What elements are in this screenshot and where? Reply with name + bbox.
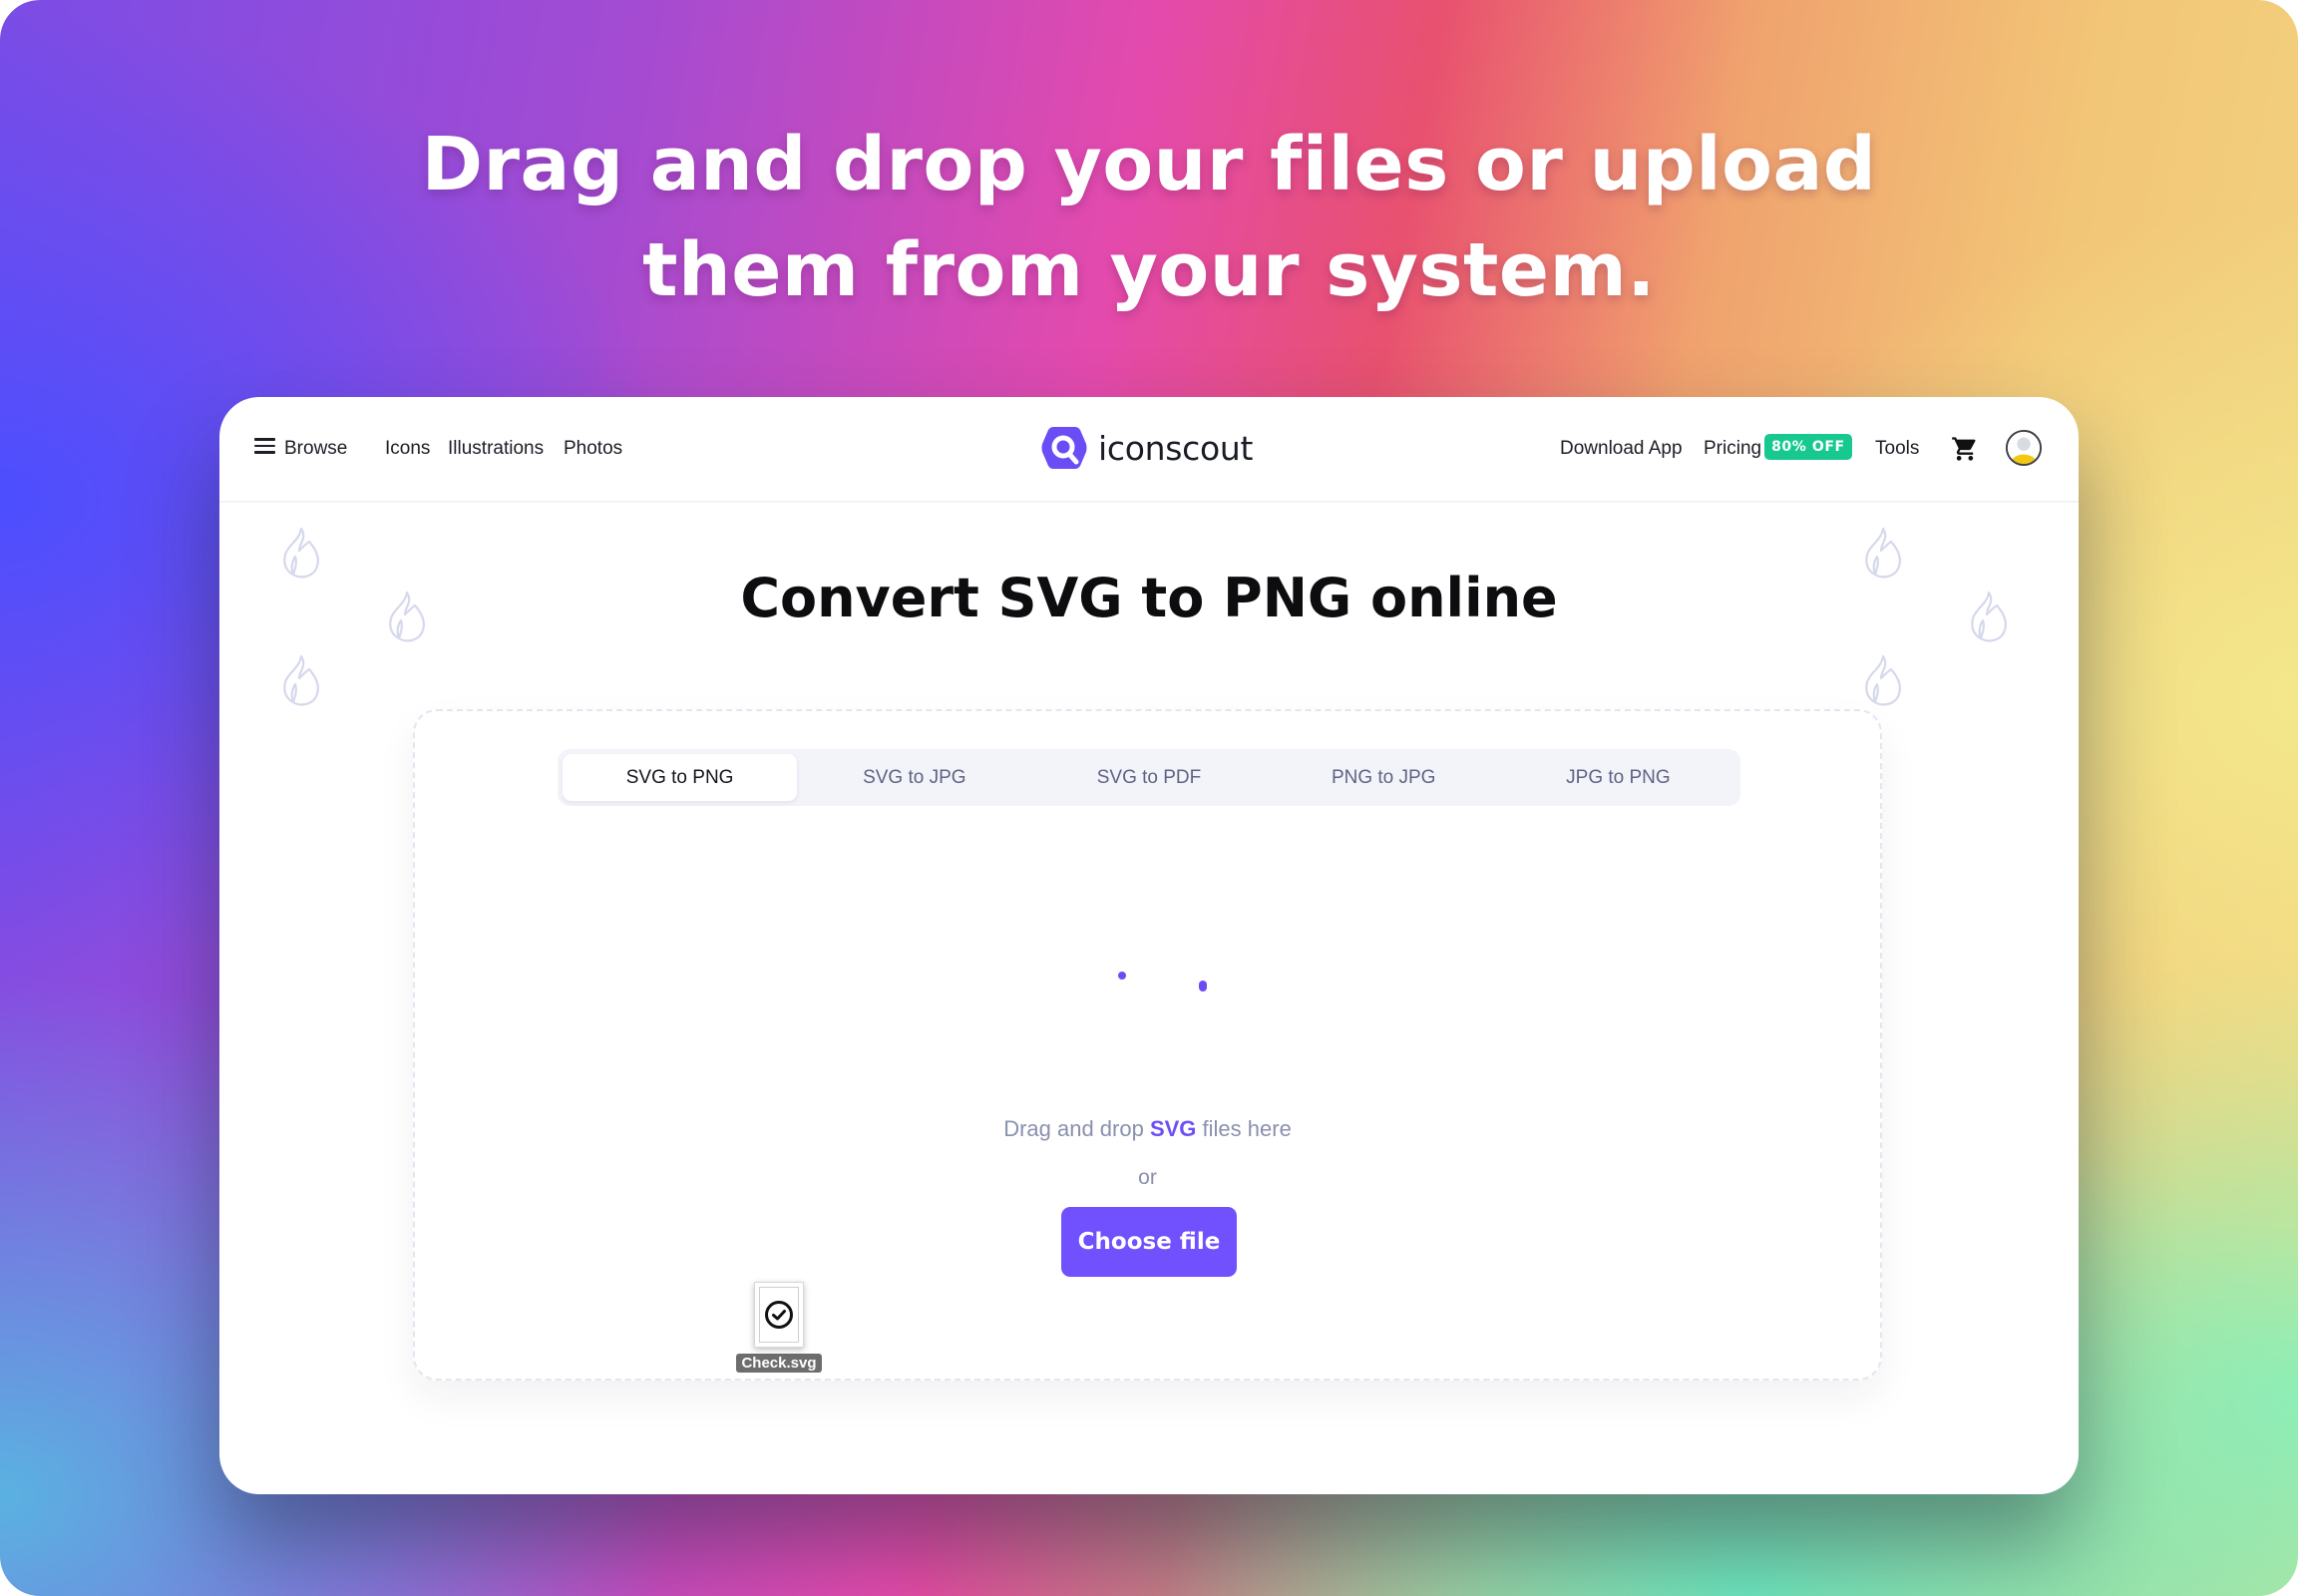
headline-line-1: Drag and drop your files or upload	[421, 122, 1877, 207]
tab-jpg-to-png[interactable]: JPG to PNG	[1501, 754, 1735, 801]
drop-instructions: Drag and drop SVG files here	[415, 1116, 1880, 1142]
tab-svg-to-jpg[interactable]: SVG to JPG	[797, 754, 1031, 801]
promo-background: Drag and drop your files or upload them …	[0, 0, 2298, 1596]
nav-browse[interactable]: Browse	[284, 397, 347, 501]
choose-file-button[interactable]: Choose file	[1061, 1207, 1237, 1277]
tab-png-to-jpg[interactable]: PNG to JPG	[1267, 754, 1501, 801]
shopping-cart-icon[interactable]	[1951, 435, 1979, 463]
flame-outline-icon	[1865, 654, 1901, 706]
tab-svg-to-png[interactable]: SVG to PNG	[563, 754, 798, 801]
drop-text-format: SVG	[1149, 1116, 1197, 1141]
file-name-label: Check.svg	[736, 1354, 822, 1373]
nav-illustrations[interactable]: Illustrations	[448, 397, 544, 501]
logo-text: iconscout	[1098, 428, 1254, 468]
nav-pricing[interactable]: Pricing 80% OFF	[1704, 397, 1852, 501]
file-drop-zone[interactable]: SVG to PNG SVG to JPG SVG to PDF PNG to …	[413, 709, 1882, 1381]
browser-window: Browse Icons Illustrations Photos iconsc…	[219, 397, 2079, 1494]
promo-headline: Drag and drop your files or upload them …	[0, 112, 2298, 323]
nav-photos[interactable]: Photos	[564, 397, 622, 501]
drop-text-suffix: files here	[1196, 1116, 1292, 1141]
tab-svg-to-pdf[interactable]: SVG to PDF	[1031, 754, 1266, 801]
file-thumbnail	[754, 1282, 804, 1348]
nav-pricing-label: Pricing	[1704, 438, 1762, 459]
dragged-file[interactable]: Check.svg	[734, 1282, 824, 1373]
hamburger-menu-icon[interactable]	[254, 438, 275, 454]
page-title: Convert SVG to PNG online	[740, 567, 1558, 629]
spinner-dot	[1118, 972, 1126, 980]
top-navbar: Browse Icons Illustrations Photos iconsc…	[219, 397, 2079, 503]
drop-text-prefix: Drag and drop	[1003, 1116, 1150, 1141]
spinner-dot	[1199, 981, 1207, 992]
discount-badge: 80% OFF	[1764, 433, 1852, 460]
nav-download-app[interactable]: Download App	[1560, 397, 1683, 501]
iconscout-logo-icon	[1041, 427, 1087, 469]
iconscout-logo[interactable]: iconscout	[1040, 422, 1253, 474]
check-circle-icon	[765, 1301, 793, 1329]
flame-outline-icon	[283, 654, 319, 706]
nav-icons[interactable]: Icons	[385, 397, 430, 501]
converter-tabs: SVG to PNG SVG to JPG SVG to PDF PNG to …	[558, 749, 1740, 806]
headline-line-2: them from your system.	[642, 227, 1656, 313]
or-separator: or	[1138, 1166, 1157, 1189]
user-avatar-icon[interactable]	[2005, 429, 2043, 467]
nav-tools[interactable]: Tools	[1875, 397, 1919, 501]
